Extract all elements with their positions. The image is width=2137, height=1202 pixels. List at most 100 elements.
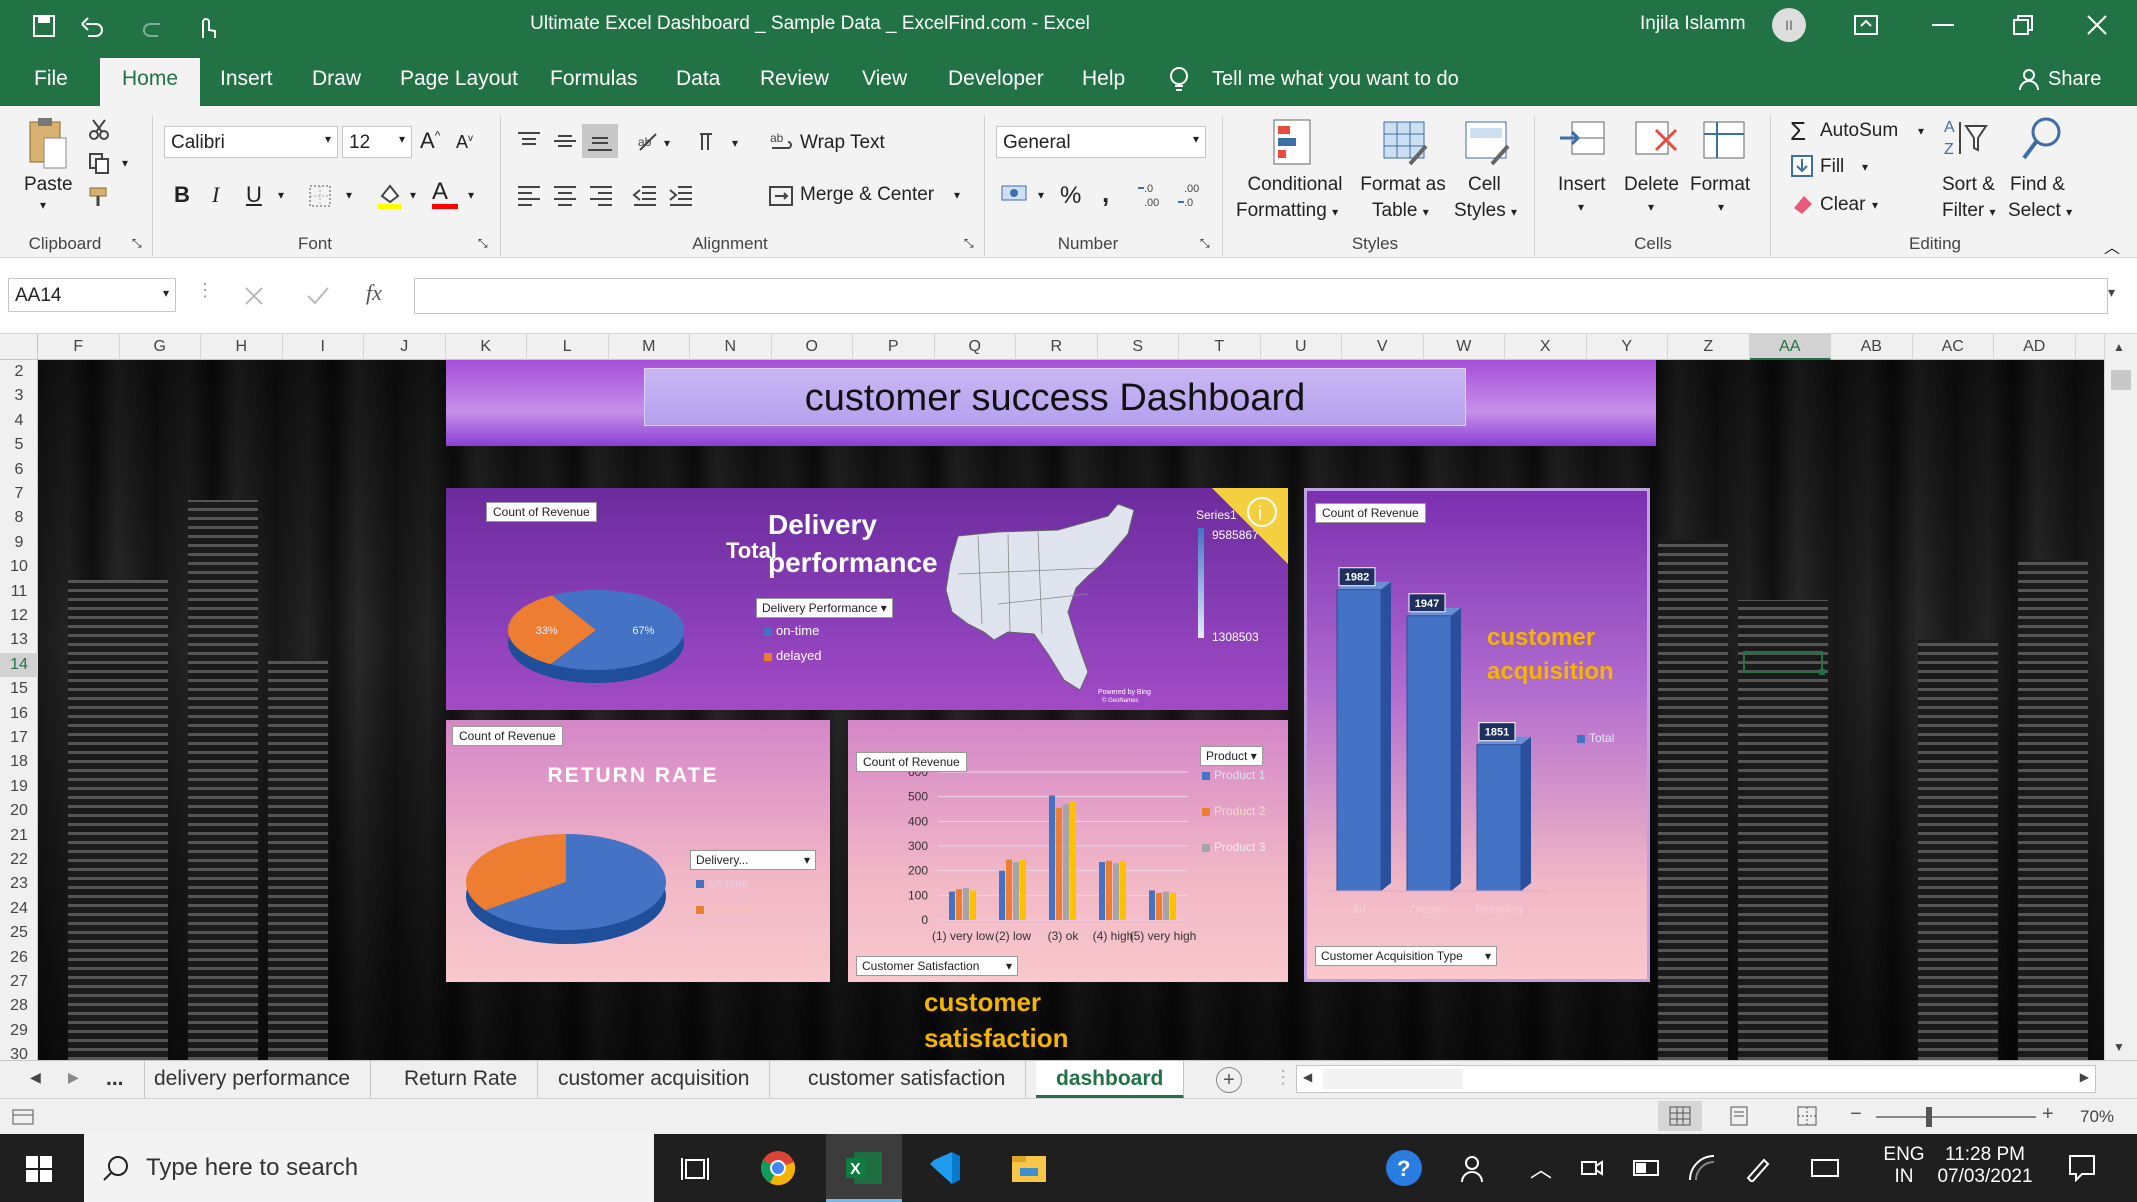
column-header-n[interactable]: N bbox=[690, 334, 772, 360]
taskbar-search-box[interactable]: Type here to search bbox=[84, 1134, 654, 1202]
sheet-tab-customer-acquisition[interactable]: customer acquisition bbox=[538, 1061, 771, 1099]
merge-center-button[interactable]: Merge & Center bbox=[800, 184, 934, 206]
row-header-25[interactable]: 25 bbox=[0, 921, 38, 945]
selected-cell[interactable] bbox=[1743, 651, 1823, 673]
copy-icon[interactable] bbox=[88, 152, 110, 174]
count-of-revenue-pill[interactable]: Count of Revenue bbox=[452, 726, 563, 746]
conditional-formatting-label[interactable]: Conditional bbox=[1240, 174, 1350, 196]
show-hidden-icons[interactable]: ︿ bbox=[1530, 1152, 1552, 1184]
page-break-view-icon[interactable] bbox=[1796, 1105, 1818, 1127]
align-center-icon[interactable] bbox=[552, 184, 578, 206]
row-header-20[interactable]: 20 bbox=[0, 799, 38, 823]
column-header-ad[interactable]: AD bbox=[1994, 334, 2076, 360]
column-header-z[interactable]: Z bbox=[1668, 334, 1750, 360]
find-select-label-2[interactable]: Select ▾ bbox=[2008, 200, 2072, 222]
delete-dropdown-icon[interactable]: ▾ bbox=[1648, 200, 1654, 214]
row-header-23[interactable]: 23 bbox=[0, 872, 38, 896]
increase-font-icon[interactable]: A^ bbox=[420, 128, 440, 154]
help-icon[interactable]: ? bbox=[1384, 1148, 1424, 1188]
row-header-16[interactable]: 16 bbox=[0, 702, 38, 726]
formula-input[interactable] bbox=[414, 278, 2108, 314]
customer-acquisition-type-filter[interactable]: Customer Acquisition Type ▾ bbox=[1315, 946, 1497, 966]
find-select-icon[interactable] bbox=[2020, 114, 2066, 164]
font-name-box[interactable]: Calibri ▾ bbox=[164, 126, 338, 158]
add-sheet-icon[interactable]: + bbox=[1216, 1067, 1242, 1093]
enter-icon[interactable] bbox=[306, 286, 330, 306]
row-header-12[interactable]: 12 bbox=[0, 604, 38, 628]
format-as-table-icon[interactable] bbox=[1380, 116, 1430, 170]
vscode-icon[interactable] bbox=[926, 1150, 962, 1186]
decrease-indent-icon[interactable] bbox=[632, 184, 658, 206]
clipboard-launcher-icon[interactable]: ⤡ bbox=[132, 236, 142, 251]
row-header-10[interactable]: 10 bbox=[0, 555, 38, 579]
count-of-revenue-pill[interactable]: Count of Revenue bbox=[1315, 503, 1426, 523]
row-header-19[interactable]: 19 bbox=[0, 775, 38, 799]
font-launcher-icon[interactable]: ⤡ bbox=[478, 236, 488, 251]
tell-me-box[interactable]: Tell me what you want to do bbox=[1212, 68, 1459, 91]
find-select-label[interactable]: Find & bbox=[2010, 174, 2065, 196]
column-header-q[interactable]: Q bbox=[935, 334, 1016, 360]
column-header-r[interactable]: R bbox=[1016, 334, 1098, 360]
format-cells-icon[interactable] bbox=[1700, 116, 1750, 166]
zoom-out-button[interactable]: − bbox=[1850, 1103, 1862, 1126]
people-icon[interactable] bbox=[1460, 1154, 1490, 1184]
row-header-26[interactable]: 26 bbox=[0, 946, 38, 970]
conditional-formatting-icon[interactable] bbox=[1270, 116, 1318, 170]
insert-function-button[interactable]: fx bbox=[366, 280, 382, 306]
share-button[interactable]: Share bbox=[2048, 68, 2101, 91]
align-right-icon[interactable] bbox=[588, 184, 614, 206]
column-header-o[interactable]: O bbox=[772, 334, 853, 360]
underline-dropdown-icon[interactable]: ▾ bbox=[278, 188, 284, 202]
decrease-font-icon[interactable]: Av bbox=[456, 132, 473, 153]
format-as-table-label-2[interactable]: Table ▾ bbox=[1372, 200, 1429, 222]
row-header-13[interactable]: 13 bbox=[0, 628, 38, 652]
clock[interactable]: 11:28 PM 07/03/2021 bbox=[1930, 1144, 2040, 1188]
accounting-dropdown-icon[interactable]: ▾ bbox=[1038, 188, 1044, 202]
column-header-f[interactable]: F bbox=[38, 334, 120, 360]
format-painter-icon[interactable] bbox=[88, 186, 112, 208]
row-header-22[interactable]: 22 bbox=[0, 848, 38, 872]
customer-satisfaction-filter[interactable]: Customer Satisfaction ▾ bbox=[856, 956, 1018, 976]
sort-filter-icon[interactable]: AZ bbox=[1942, 114, 1988, 164]
row-header-24[interactable]: 24 bbox=[0, 897, 38, 921]
paste-button[interactable]: Paste bbox=[24, 174, 73, 196]
sheet-tab-customer-satisfaction[interactable]: customer satisfaction bbox=[788, 1061, 1027, 1099]
name-box[interactable]: AA14 ▾ bbox=[8, 278, 176, 312]
row-header-14[interactable]: 14 bbox=[0, 652, 38, 677]
row-header-29[interactable]: 29 bbox=[0, 1019, 38, 1043]
paste-icon[interactable] bbox=[26, 116, 70, 176]
tab-data[interactable]: Data bbox=[654, 52, 742, 106]
copy-dropdown-icon[interactable]: ▾ bbox=[122, 156, 128, 170]
autosum-dropdown-icon[interactable]: ▾ bbox=[1918, 124, 1924, 138]
column-header-l[interactable]: L bbox=[527, 334, 609, 360]
row-header-9[interactable]: 9 bbox=[0, 531, 38, 555]
normal-view-button[interactable] bbox=[1658, 1101, 1702, 1131]
next-sheet-icon[interactable]: ▶ bbox=[68, 1069, 79, 1086]
zoom-level[interactable]: 70% bbox=[2080, 1107, 2114, 1127]
wrap-text-button[interactable]: Wrap Text bbox=[800, 132, 885, 154]
column-header-m[interactable]: M bbox=[609, 334, 690, 360]
increase-indent-icon[interactable] bbox=[668, 184, 694, 206]
conditional-formatting-label-2[interactable]: Formatting ▾ bbox=[1236, 200, 1338, 222]
keyboard-icon[interactable] bbox=[1810, 1156, 1840, 1180]
column-header-s[interactable]: S bbox=[1098, 334, 1179, 360]
column-header-h[interactable]: H bbox=[201, 334, 283, 360]
sheet-tab-dashboard[interactable]: dashboard bbox=[1036, 1061, 1185, 1099]
scroll-down-icon[interactable]: ▼ bbox=[2113, 1040, 2125, 1054]
pen-icon[interactable] bbox=[1744, 1156, 1772, 1182]
orientation-dropdown-icon[interactable]: ▾ bbox=[664, 136, 670, 150]
align-left-icon[interactable] bbox=[516, 184, 542, 206]
paste-dropdown-icon[interactable]: ▾ bbox=[40, 198, 46, 212]
wifi-icon[interactable] bbox=[1688, 1154, 1716, 1182]
column-header-aa[interactable]: AA bbox=[1749, 334, 1831, 360]
column-header-j[interactable]: J bbox=[364, 334, 446, 360]
accounting-format-icon[interactable] bbox=[1000, 182, 1030, 210]
increase-decimal-icon[interactable]: .0.00 bbox=[1136, 178, 1170, 212]
windows-start-icon[interactable] bbox=[26, 1156, 52, 1182]
insert-cells-button[interactable]: Insert bbox=[1558, 174, 1606, 196]
delivery-performance-filter[interactable]: Delivery Performance ▾ bbox=[756, 598, 893, 618]
row-header-6[interactable]: 6 bbox=[0, 458, 38, 482]
column-header-u[interactable]: U bbox=[1261, 334, 1342, 360]
battery-icon[interactable] bbox=[1632, 1158, 1662, 1178]
collapse-ribbon-icon[interactable]: ︿ bbox=[2104, 234, 2120, 258]
